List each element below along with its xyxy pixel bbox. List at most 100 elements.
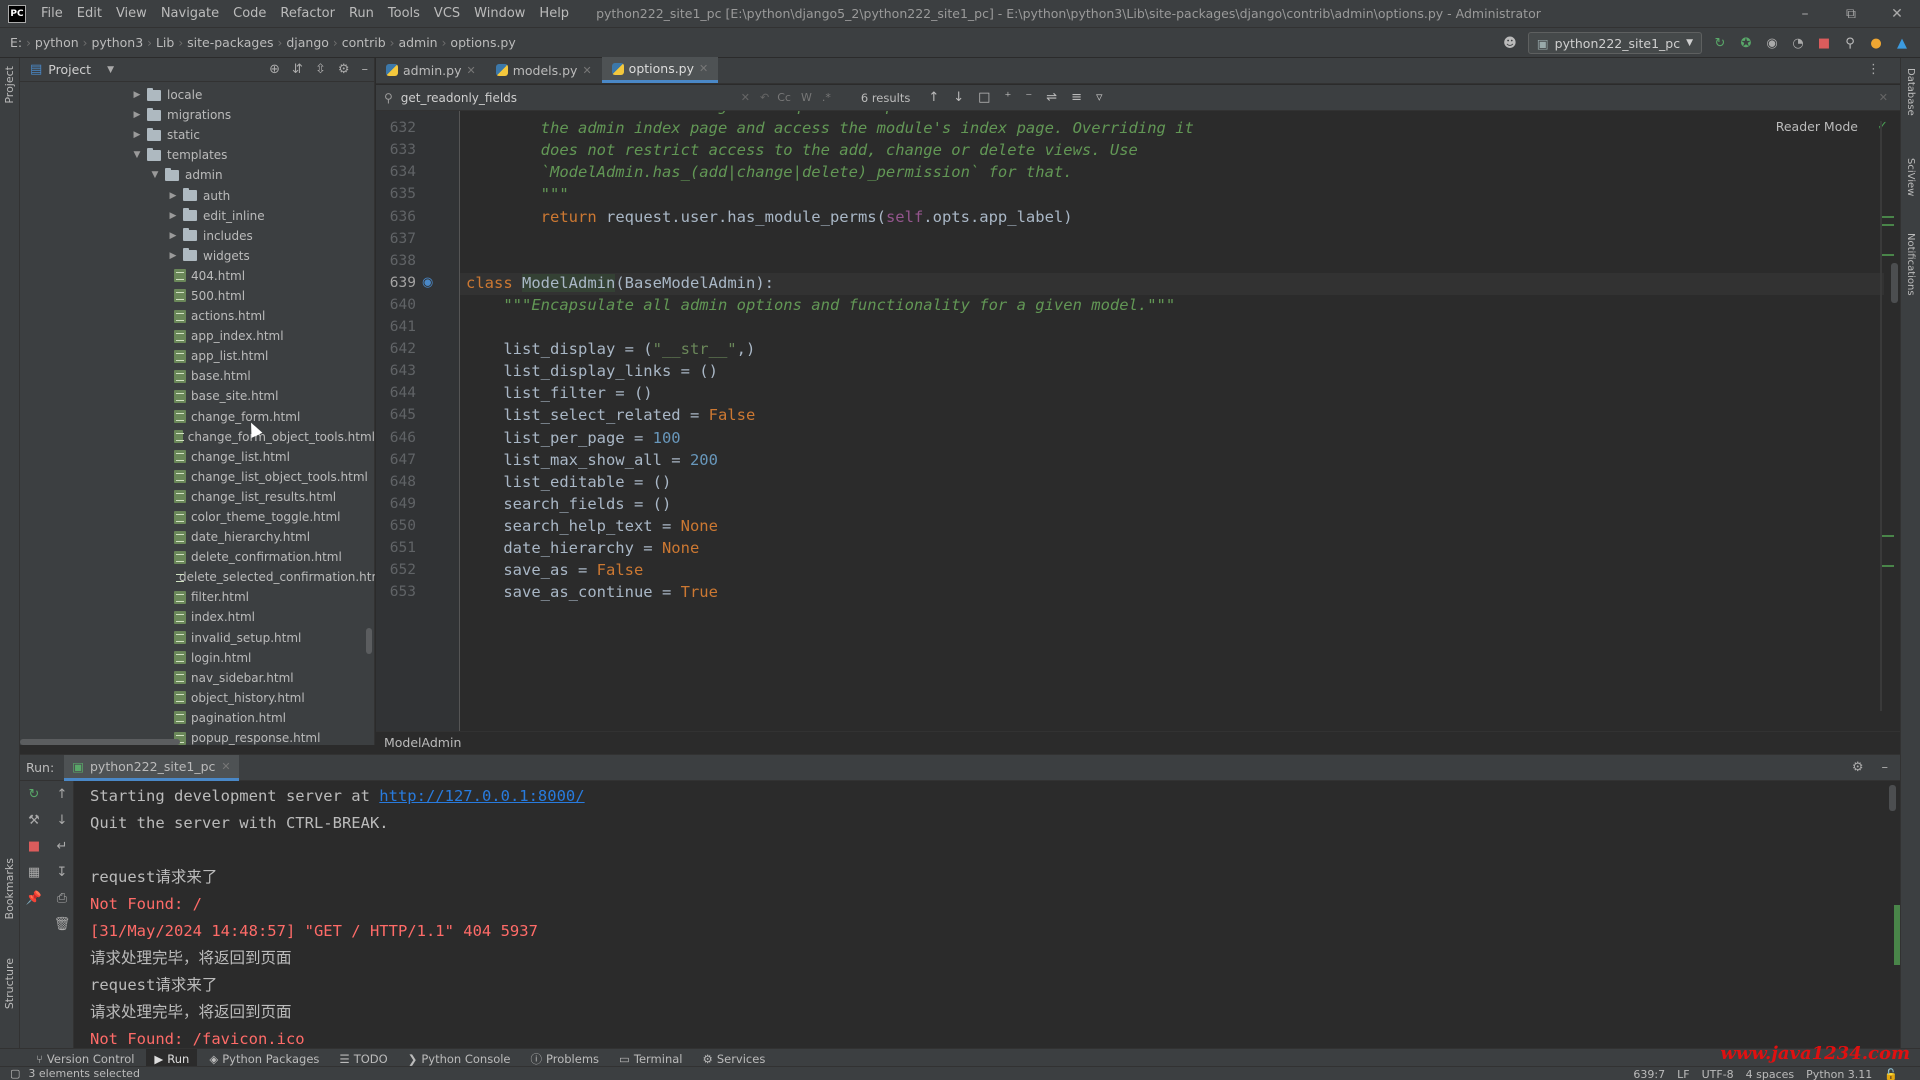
select-all-icon[interactable]: □ (978, 90, 990, 105)
line-number[interactable]: 635 (376, 186, 416, 202)
code-line[interactable]: search_fields = () (466, 495, 671, 513)
lock-icon[interactable]: 🔓 (1884, 1068, 1898, 1080)
tree-folder[interactable]: ▼ templates (20, 145, 375, 165)
structure-tool-button[interactable]: Structure (3, 958, 16, 1009)
user-icon[interactable]: ☻ (1502, 35, 1518, 51)
tree-folder[interactable]: ▶ locale (20, 85, 375, 105)
tree-file[interactable]: 404.html (20, 266, 375, 286)
tree-file[interactable]: nav_sidebar.html (20, 668, 375, 688)
line-number[interactable]: 645 (376, 407, 416, 423)
stop-icon[interactable]: ■ (1816, 35, 1832, 51)
code-editor[interactable]: 631 632 633 634 635 636 637 638 639 640 641 642 643 6… (376, 111, 1900, 731)
code-line[interactable]: class ModelAdmin(BaseModelAdmin): (466, 273, 774, 292)
code-line[interactable]: """ (466, 185, 569, 203)
run-configuration-select[interactable]: ▣ python222_site1_pc ▼ (1527, 32, 1702, 54)
chevron-down-icon[interactable]: ▼ (148, 170, 162, 180)
line-number[interactable]: 647 (376, 452, 416, 468)
next-occurrence-icon[interactable]: ↓ (953, 90, 964, 105)
chevron-down-icon[interactable]: ▼ (130, 150, 144, 160)
tree-folder[interactable]: ▶ widgets (20, 246, 375, 266)
tree-file[interactable]: index.html (20, 607, 375, 627)
tree-folder[interactable]: ▶ edit_inline (20, 206, 375, 226)
code-line[interactable]: list_max_show_all = 200 (466, 451, 718, 469)
tree-file[interactable]: change_form_object_tools.html (20, 427, 375, 447)
line-number[interactable]: 643 (376, 363, 416, 379)
breadcrumb-django[interactable]: django (282, 35, 333, 50)
updates-icon[interactable]: ● (1868, 35, 1884, 51)
options-icon[interactable]: ≡ (1071, 90, 1082, 105)
line-number[interactable]: 641 (376, 319, 416, 335)
change-marker[interactable] (1882, 565, 1894, 567)
code-line[interactable]: save_as = False (466, 561, 643, 579)
line-number[interactable]: 632 (376, 120, 416, 136)
filter-icon[interactable]: ▿ (1096, 90, 1103, 105)
run-tab[interactable]: ▣ python222_site1_pc ✕ (64, 754, 239, 781)
bookmarks-tool-button[interactable]: Bookmarks (3, 858, 16, 919)
match-case-toggle[interactable]: Cc (777, 91, 791, 104)
tree-file[interactable]: invalid_setup.html (20, 628, 375, 648)
implemented-gutter-icon[interactable]: ◉ (422, 275, 433, 290)
tree-folder[interactable]: ▶ migrations (20, 105, 375, 125)
chevron-right-icon[interactable]: ▶ (130, 90, 144, 100)
tree-folder[interactable]: ▼ admin (20, 165, 375, 185)
line-separator[interactable]: LF (1677, 1068, 1689, 1080)
reader-mode-toggle[interactable]: Reader Mode (1776, 119, 1858, 134)
coverage-icon[interactable]: ◉ (1764, 35, 1780, 51)
code-line[interactable]: return request.user.has_module_perms(sel… (466, 208, 1073, 226)
menu-refactor[interactable]: Refactor (273, 6, 342, 21)
history-icon[interactable]: ↶ (760, 91, 769, 104)
change-marker[interactable] (1882, 254, 1894, 256)
clear-icon[interactable]: ✕ (741, 91, 750, 104)
stop-icon[interactable]: ■ (20, 833, 48, 859)
breadcrumb-drive[interactable]: E: (6, 35, 26, 50)
tree-file[interactable]: change_form.html (20, 407, 375, 427)
notifications-tool-button[interactable]: Notifications (1905, 233, 1916, 296)
code-line[interactable]: save_as_continue = True (466, 583, 718, 601)
wrench-icon[interactable]: ⚒ (20, 807, 48, 833)
console-output[interactable]: Starting development server at http://12… (90, 783, 1880, 1049)
line-number[interactable]: 631 (376, 111, 416, 114)
line-number[interactable]: 640 (376, 297, 416, 313)
tree-file[interactable]: base.html (20, 366, 375, 386)
trash-icon[interactable]: 🗑 (48, 911, 76, 937)
add-selection-icon[interactable]: ⁺ (1004, 90, 1011, 105)
layout-icon[interactable]: ▦ (20, 859, 48, 885)
line-number[interactable]: 651 (376, 540, 416, 556)
breadcrumb-admin[interactable]: admin (394, 35, 441, 50)
rerun-icon[interactable]: ↻ (1712, 35, 1728, 51)
line-number[interactable]: 649 (376, 496, 416, 512)
tree-file[interactable]: login.html (20, 648, 375, 668)
previous-occurrence-icon[interactable]: ↑ (928, 90, 939, 105)
search-icon[interactable]: ⚲ (384, 91, 393, 105)
tree-file[interactable]: change_list_object_tools.html (20, 467, 375, 487)
tree-file[interactable]: change_list_results.html (20, 487, 375, 507)
line-number[interactable]: 642 (376, 341, 416, 357)
code-line[interactable]: `ModelAdmin.has_(add|change|delete)_perm… (466, 163, 1073, 181)
code-line[interactable]: date_hierarchy = None (466, 539, 699, 557)
breadcrumb-lib[interactable]: Lib (152, 35, 178, 50)
close-icon[interactable]: ✕ (582, 64, 591, 77)
close-icon[interactable]: ✕ (699, 62, 708, 75)
tree-horizontal-scrollbar[interactable] (20, 739, 180, 745)
tree-file[interactable]: 500.html (20, 286, 375, 306)
scroll-to-end-icon[interactable]: ↧ (48, 859, 76, 885)
breadcrumb-file[interactable]: options.py (446, 35, 519, 50)
indent-setting[interactable]: 4 spaces (1746, 1068, 1795, 1080)
project-tool-button[interactable]: Project (3, 66, 16, 104)
line-number[interactable]: 650 (376, 518, 416, 534)
tree-file[interactable]: delete_selected_confirmation.html (20, 567, 375, 587)
code-line[interactable]: list_display_links = () (466, 362, 718, 380)
change-marker[interactable] (1882, 216, 1894, 218)
toggle-selection-icon[interactable]: ⇌ (1046, 90, 1057, 105)
close-icon[interactable]: ✕ (466, 64, 475, 77)
code-line[interactable]: the admin index page and access the modu… (466, 119, 1194, 137)
breadcrumb-contrib[interactable]: contrib (338, 35, 390, 50)
rerun-icon[interactable]: ↻ (20, 781, 48, 807)
soft-wrap-icon[interactable]: ↵ (48, 833, 76, 859)
code-line[interactable]: does not restrict access to the add, cha… (466, 141, 1138, 159)
restore-icon[interactable]: ⧉ (1828, 0, 1874, 28)
tree-file[interactable]: date_hierarchy.html (20, 527, 375, 547)
menu-help[interactable]: Help (532, 6, 576, 21)
close-icon[interactable]: ✕ (1874, 0, 1920, 28)
code-line[interactable]: list_editable = () (466, 473, 671, 491)
